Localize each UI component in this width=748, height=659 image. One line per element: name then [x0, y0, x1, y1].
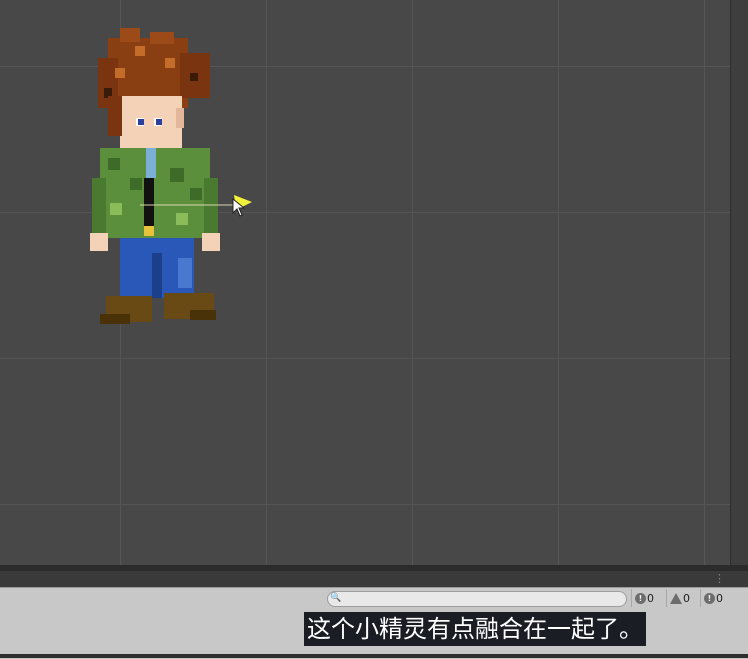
message-count-toggle[interactable]: ! 0 — [631, 589, 654, 607]
error-count-toggle[interactable]: ! 0 — [700, 589, 723, 607]
error-icon: ! — [704, 592, 715, 604]
bottom-edge — [0, 654, 748, 658]
info-icon: ! — [635, 592, 646, 604]
panel-menu-icon[interactable]: ⋮ — [714, 572, 725, 586]
warning-count: 0 — [683, 591, 690, 605]
scene-scrollbar[interactable] — [730, 0, 748, 565]
sprite-face — [108, 96, 184, 150]
search-icon: 🔍 — [330, 593, 342, 603]
sprite-jeans — [120, 238, 194, 298]
warning-count-toggle[interactable]: 0 — [666, 589, 690, 607]
video-subtitle: 这个小精灵有点融合在一起了。 — [304, 612, 646, 646]
console-tab-strip — [0, 571, 748, 587]
scene-view[interactable] — [0, 0, 730, 565]
message-count: 0 — [647, 591, 654, 605]
warning-icon — [670, 592, 682, 604]
mouse-cursor-icon — [232, 198, 246, 217]
sprite-hand-left — [90, 233, 108, 251]
error-count: 0 — [716, 591, 723, 605]
console-search-input[interactable] — [327, 591, 627, 607]
character-sprite[interactable] — [80, 28, 230, 328]
sprite-hand-right — [202, 233, 220, 251]
